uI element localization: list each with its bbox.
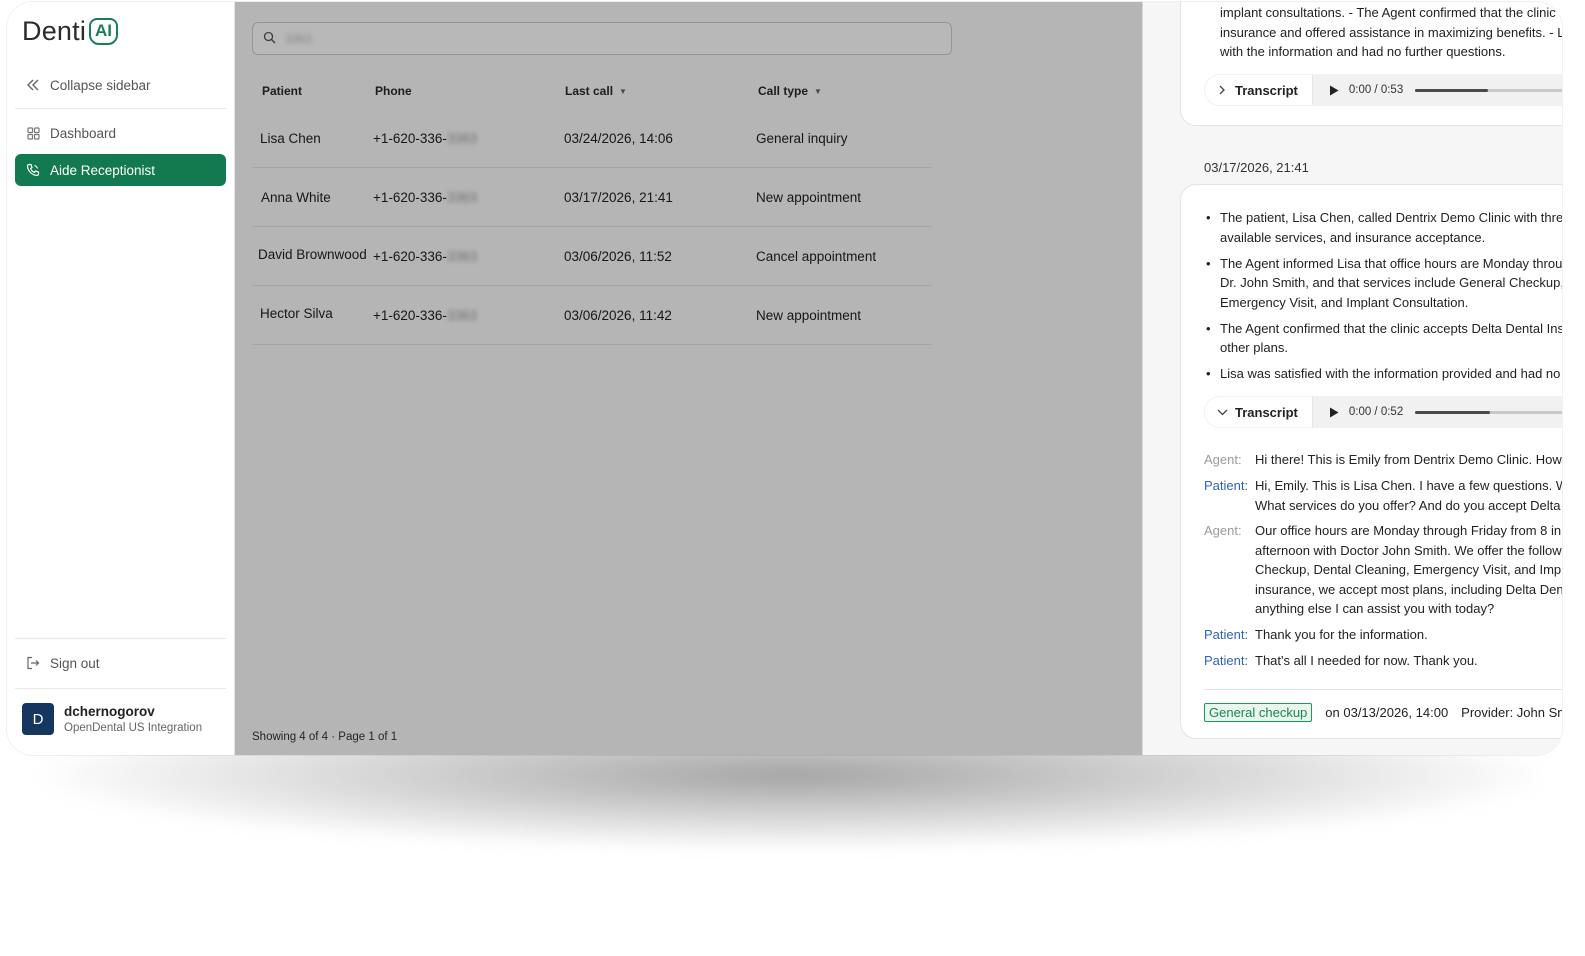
audio-time: 0:00 / 0:52	[1348, 406, 1404, 418]
sidebar-item-label: Aide Receptionist	[50, 162, 156, 178]
transcript-line: Agent: Our office hours are Monday throu…	[1204, 521, 1562, 619]
collapse-sidebar-label: Collapse sidebar	[50, 77, 151, 93]
app-logo: Denti AI	[22, 16, 119, 47]
speaker-label: Patient:	[1204, 478, 1249, 493]
play-icon[interactable]	[1329, 85, 1343, 96]
speaker-label: Patient:	[1204, 653, 1249, 668]
sign-out-label: Sign out	[50, 655, 100, 671]
speaker-label: Patient:	[1204, 627, 1249, 642]
double-chevron-left-icon	[25, 77, 41, 93]
call-date-heading: 03/17/2026, 21:41	[1204, 160, 1309, 175]
calls-panel: 3363 Patient Phone Last call ▼ Call type ▼…	[235, 2, 1562, 755]
call-details-drawer: implant consultations. - The Agent confi…	[1142, 2, 1562, 755]
utterance-text: Hi, Emily. This is Lisa Chen. I have a f…	[1255, 478, 1562, 513]
audio-progress-bar[interactable]	[1415, 88, 1562, 92]
audio-progress-fill	[1415, 410, 1491, 414]
utterance-text: Thank you for the information.	[1255, 627, 1428, 642]
audio-progress-fill	[1415, 88, 1488, 92]
transcript-toggle-button[interactable]: Transcript	[1205, 397, 1313, 427]
speaker-label: Agent:	[1204, 452, 1242, 467]
audio-player: Transcript 0:00 / 0:53	[1204, 74, 1562, 106]
sidebar-item-aide-receptionist[interactable]: Aide Receptionist	[15, 154, 226, 186]
sidebar: Denti AI Collapse sidebar Dashboard Aide…	[7, 2, 235, 755]
summary-text: implant consultations. - The Agent confi…	[1220, 5, 1562, 59]
sign-out-button[interactable]: Sign out	[15, 647, 226, 679]
speaker-label: Agent:	[1204, 523, 1242, 538]
app-window: Denti AI Collapse sidebar Dashboard Aide…	[7, 2, 1562, 755]
avatar: D	[22, 703, 54, 735]
logo-badge: AI	[89, 18, 119, 45]
appointment-provider: Provider: John Smith	[1461, 705, 1562, 720]
transcript-toggle-button[interactable]: Transcript	[1205, 75, 1313, 105]
appointment-time: on 03/13/2026, 14:00	[1325, 705, 1449, 720]
call-summary-card: implant consultations. - The Agent confi…	[1180, 2, 1562, 126]
chevron-down-icon	[1215, 405, 1229, 419]
sign-out-icon	[25, 655, 41, 671]
summary-bullet: The Agent confirmed that the clinic acce…	[1204, 319, 1562, 358]
modal-backdrop[interactable]	[235, 2, 1142, 755]
grid-icon	[25, 125, 41, 141]
card-divider	[1204, 689, 1562, 690]
utterance-text: Our office hours are Monday through Frid…	[1255, 523, 1562, 616]
user-name: dchernogorov	[64, 704, 155, 719]
user-profile[interactable]: D dchernogorov OpenDental US Integration	[22, 703, 202, 735]
transcript-line: Agent: Hi there! This is Emily from Dent…	[1204, 450, 1562, 470]
sidebar-divider	[15, 688, 226, 689]
sidebar-item-dashboard[interactable]: Dashboard	[15, 117, 226, 149]
call-summary-card: The patient, Lisa Chen, called Dentrix D…	[1180, 184, 1562, 739]
sidebar-item-label: Dashboard	[50, 125, 117, 141]
audio-player: Transcript 0:00 / 0:52	[1204, 396, 1562, 428]
transcript-line: Patient: That's all I needed for now. Th…	[1204, 651, 1562, 671]
phone-icon	[25, 162, 41, 178]
utterance-text: That's all I needed for now. Thank you.	[1255, 653, 1478, 668]
sidebar-divider	[15, 108, 226, 109]
summary-bullet: The patient, Lisa Chen, called Dentrix D…	[1204, 208, 1562, 247]
user-org: OpenDental US Integration	[64, 722, 203, 734]
appointment-info: General checkup on 03/13/2026, 14:00 Pro…	[1204, 703, 1562, 722]
chevron-right-icon	[1215, 83, 1229, 97]
audio-progress-bar[interactable]	[1415, 410, 1562, 414]
transcript-line: Patient: Thank you for the information.	[1204, 625, 1562, 645]
logo-text: Denti	[22, 16, 87, 46]
appointment-type-badge: General checkup	[1204, 703, 1313, 722]
audio-time: 0:00 / 0:53	[1348, 84, 1404, 96]
transcript-line: Patient: Hi, Emily. This is Lisa Chen. I…	[1204, 476, 1562, 515]
summary-bullets: The patient, Lisa Chen, called Dentrix D…	[1204, 208, 1562, 390]
utterance-text: Hi there! This is Emily from Dentrix Dem…	[1255, 452, 1562, 467]
play-icon[interactable]	[1329, 407, 1343, 418]
collapse-sidebar-button[interactable]: Collapse sidebar	[15, 69, 226, 101]
summary-bullet: The Agent informed Lisa that office hour…	[1204, 254, 1562, 313]
summary-bullet: Lisa was satisfied with the information …	[1204, 364, 1562, 384]
sidebar-divider	[15, 638, 226, 639]
